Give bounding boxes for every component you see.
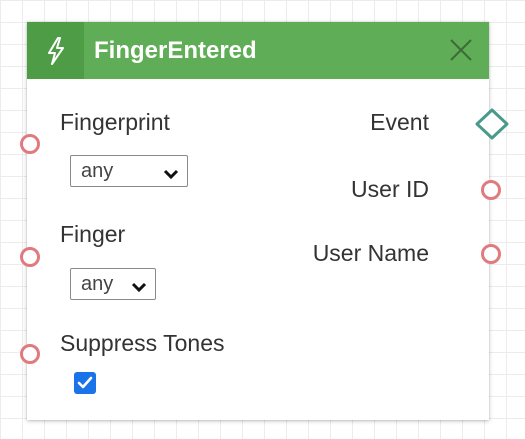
- input-port-finger[interactable]: [20, 247, 40, 267]
- node-title: FingerEntered: [94, 37, 257, 64]
- lightning-icon: [27, 22, 84, 79]
- output-label-user-name: User Name: [312, 240, 429, 266]
- input-label-fingerprint: Fingerprint: [60, 109, 170, 135]
- output-port-user-name[interactable]: [481, 244, 501, 264]
- checkmark-icon: [77, 376, 93, 389]
- input-label-finger: Finger: [60, 221, 126, 247]
- finger-select[interactable]: any: [70, 268, 156, 300]
- chevron-down-icon: [163, 164, 179, 180]
- input-port-fingerprint[interactable]: [20, 134, 40, 154]
- suppress-tones-checkbox[interactable]: [74, 372, 96, 394]
- input-port-suppress-tones[interactable]: [20, 344, 40, 364]
- node-header[interactable]: FingerEntered: [27, 22, 489, 79]
- fingerprint-select[interactable]: any: [70, 155, 188, 187]
- close-icon[interactable]: [447, 36, 475, 64]
- finger-select-value: any: [81, 272, 114, 295]
- output-port-user-id[interactable]: [481, 180, 501, 200]
- fingerprint-select-value: any: [81, 159, 114, 182]
- output-port-event[interactable]: [473, 107, 511, 141]
- input-label-suppress-tones: Suppress Tones: [60, 330, 225, 356]
- output-label-event: Event: [370, 109, 429, 135]
- output-label-user-id: User ID: [351, 176, 429, 202]
- chevron-down-icon: [131, 277, 147, 293]
